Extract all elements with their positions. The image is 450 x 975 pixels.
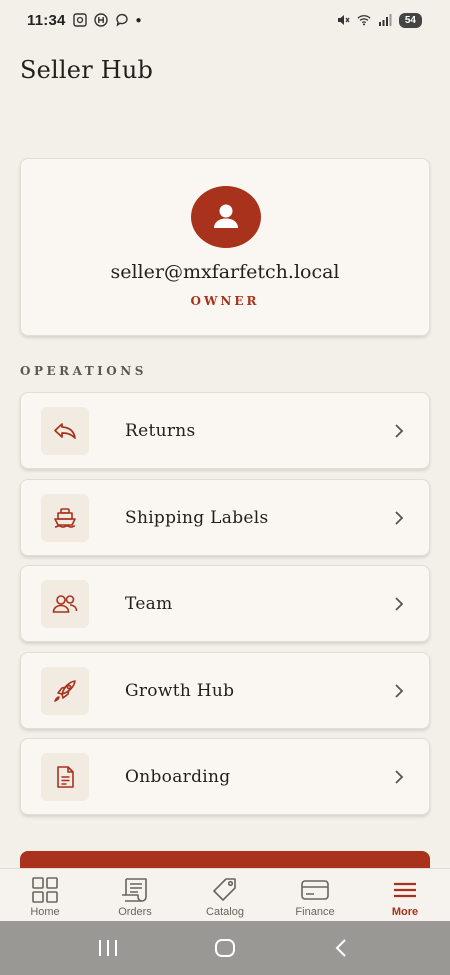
tab-label: Catalog [206, 906, 244, 918]
return-arrow-icon [54, 422, 76, 439]
card-icon [301, 880, 329, 900]
tab-label: Orders [118, 906, 152, 918]
grid-icon [32, 877, 58, 903]
status-right: 54 [336, 12, 422, 28]
battery-level: 54 [398, 12, 422, 28]
page-title: Seller Hub [20, 56, 154, 84]
tab-catalog[interactable]: Catalog [180, 869, 270, 921]
profile-role-badge: OWNER [190, 294, 260, 308]
menu-item-team[interactable]: Team [20, 565, 430, 642]
tab-label: More [391, 906, 419, 918]
chevron-right-icon [395, 597, 404, 611]
profile-email: seller@mxfarfetch.local [110, 261, 340, 283]
more-notifications-dot-icon: ● [135, 14, 142, 26]
tab-label: Home [30, 906, 60, 918]
chevron-right-icon [395, 424, 404, 438]
status-bar: 11:34 ● 54 [0, 0, 450, 40]
menu-icon-box [41, 493, 89, 542]
avatar [191, 186, 261, 248]
menu-item-label: Onboarding [125, 766, 231, 787]
menu-item-label: Growth Hub [125, 680, 235, 701]
chat-notification-icon [115, 13, 128, 27]
tab-home[interactable]: Home [0, 869, 90, 921]
user-icon [214, 204, 238, 228]
menu-item-returns[interactable]: Returns [20, 392, 430, 469]
screenshot-notification-icon [72, 13, 87, 27]
recent-apps-icon[interactable] [96, 938, 120, 958]
back-nav-icon[interactable] [330, 938, 354, 958]
menu-item-shipping-labels[interactable]: Shipping Labels [20, 479, 430, 556]
signal-icon [378, 14, 392, 26]
tab-label: Finance [295, 906, 335, 918]
status-time: 11:34 [27, 11, 66, 29]
ship-icon [54, 507, 76, 528]
status-left: 11:34 ● [27, 12, 142, 29]
tab-orders[interactable]: Orders [90, 869, 180, 921]
chevron-right-icon [395, 770, 404, 784]
bottom-tab-bar: Home Orders Catalog Finance More [0, 868, 450, 921]
mute-icon [337, 15, 350, 25]
menu-icon [394, 882, 416, 898]
rocket-icon [54, 679, 76, 702]
receipt-icon [122, 878, 147, 902]
home-nav-icon[interactable] [213, 938, 237, 958]
document-icon [57, 765, 74, 788]
tab-finance[interactable]: Finance [270, 869, 360, 921]
menu-item-label: Returns [125, 420, 196, 441]
menu-icon-box [41, 752, 89, 801]
operations-section-label: OPERATIONS [20, 364, 147, 378]
menu-item-label: Team [125, 593, 173, 614]
wifi-icon [357, 15, 371, 26]
h-notification-icon [93, 13, 108, 27]
menu-icon-box [41, 406, 89, 455]
menu-item-label: Shipping Labels [125, 507, 269, 528]
chevron-right-icon [395, 684, 404, 698]
menu-item-growth-hub[interactable]: Growth Hub [20, 652, 430, 729]
team-icon [52, 594, 78, 613]
system-nav-bar [0, 921, 450, 975]
chevron-right-icon [395, 511, 404, 525]
tag-icon [213, 878, 236, 901]
menu-icon-box [41, 666, 89, 715]
menu-item-onboarding[interactable]: Onboarding [20, 738, 430, 815]
menu-icon-box [41, 579, 89, 628]
profile-card: seller@mxfarfetch.local OWNER [20, 158, 430, 336]
tab-more[interactable]: More [360, 869, 450, 921]
